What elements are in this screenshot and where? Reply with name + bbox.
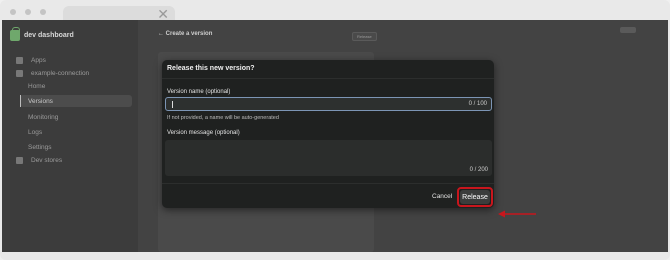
- sidebar-item-apps[interactable]: Apps: [16, 57, 46, 64]
- sidebar: dev dashboard Apps example-connection Ho…: [2, 20, 138, 252]
- version-name-label: Version name (optional): [167, 89, 231, 95]
- sidebar-item-label: Monitoring: [28, 114, 59, 121]
- sidebar-item-label: Settings: [28, 144, 52, 151]
- sidebar-item-label: Apps: [31, 57, 46, 64]
- brand-label: dev dashboard: [24, 32, 74, 39]
- app-icon: [16, 70, 23, 77]
- sidebar-item-logs[interactable]: Logs: [28, 129, 42, 136]
- sidebar-item-label: Logs: [28, 129, 43, 136]
- sidebar-item-home[interactable]: Home: [28, 83, 45, 90]
- account-menu[interactable]: [620, 27, 636, 33]
- text-caret: [172, 101, 173, 108]
- sidebar-item-label: Home: [28, 83, 46, 90]
- store-icon: [16, 157, 23, 164]
- window-maximize-dot[interactable]: [40, 9, 46, 15]
- page-title: ← Create a version: [158, 31, 213, 37]
- version-name-counter: 0 / 100: [468, 101, 487, 107]
- dialog-header-divider: [162, 78, 494, 79]
- version-name-hint: If not provided, a name will be auto-gen…: [167, 115, 279, 121]
- release-dialog: Release this new version? Version name (…: [162, 60, 494, 208]
- window-minimize-dot[interactable]: [25, 9, 31, 15]
- version-name-input[interactable]: 0 / 100: [165, 97, 492, 111]
- apps-icon: [16, 57, 23, 64]
- cancel-button[interactable]: Cancel: [429, 191, 455, 202]
- shopify-bag-icon: [10, 27, 20, 41]
- version-message-label: Version message (optional): [167, 130, 240, 136]
- sidebar-item-label: Dev stores: [31, 157, 63, 164]
- back-arrow-icon[interactable]: ←: [158, 31, 164, 37]
- version-message-counter: 0 / 200: [469, 167, 488, 173]
- version-message-textarea[interactable]: 0 / 200: [165, 140, 492, 176]
- browser-window: ✕ dev dashboard Apps example-connection …: [0, 0, 670, 260]
- brand[interactable]: dev dashboard: [10, 27, 74, 41]
- release-button[interactable]: Release: [460, 190, 490, 204]
- sidebar-item-settings[interactable]: Settings: [28, 144, 52, 151]
- page-release-button[interactable]: Release: [352, 32, 377, 41]
- sidebar-item-label: example-connection: [31, 70, 90, 77]
- annotation-arrow-icon: [498, 210, 536, 218]
- window-controls: [10, 9, 46, 15]
- app-viewport: dev dashboard Apps example-connection Ho…: [2, 20, 668, 252]
- sidebar-item-dev-stores[interactable]: Dev stores: [16, 157, 62, 164]
- window-close-dot[interactable]: [10, 9, 16, 15]
- dialog-title: Release this new version?: [167, 65, 255, 72]
- sidebar-item-monitoring[interactable]: Monitoring: [28, 114, 58, 121]
- sidebar-active-indicator: [20, 95, 21, 107]
- sidebar-item-versions[interactable]: Versions: [28, 98, 53, 105]
- sidebar-item-label: Versions: [28, 98, 53, 105]
- sidebar-item-app[interactable]: example-connection: [16, 70, 89, 77]
- dialog-footer-divider: [162, 183, 494, 184]
